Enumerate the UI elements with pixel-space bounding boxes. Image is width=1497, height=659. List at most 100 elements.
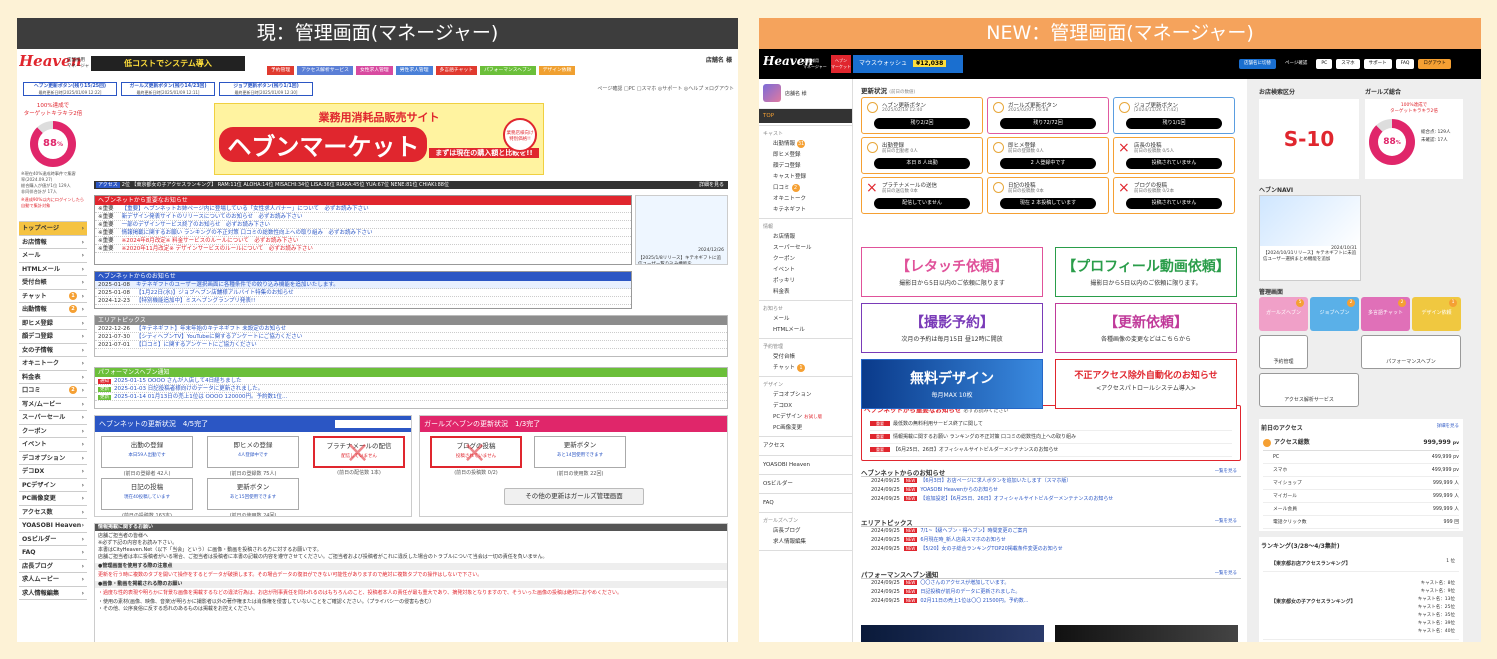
old-important-row[interactable]: ※重要 情報掲載に関するお願い ランキングの不正対策 口コミの総数性向上への取り組… bbox=[95, 229, 631, 237]
old-perf-row[interactable]: 更新 2025-01-14 01月13日の売上1位は OOOO 120000円。予… bbox=[95, 393, 727, 401]
old-nav-item[interactable]: トップページ bbox=[19, 222, 87, 236]
old-ad-banner[interactable]: 業務用消耗品販売サイト ヘブンマーケット まずは現在の購入額と比較を!! 業務店… bbox=[214, 103, 544, 175]
new-perf-row[interactable]: 2024/09/25 NEW 02月11日の売上1位は〇〇 21500円。予約数..… bbox=[861, 597, 1241, 606]
old-nav-item[interactable]: 口コミ 2 bbox=[19, 384, 87, 398]
old-status-card[interactable]: 更新ボタン あと14回使用できます (前日の使用数 22回) bbox=[534, 436, 626, 477]
new-status-card[interactable]: × プラチナメールの送信 前日の送信数 0本 配信していません bbox=[861, 177, 983, 214]
new-nav-item[interactable]: 受付台帳 bbox=[759, 352, 852, 363]
old-nav-item[interactable]: YOASOBI Heaven bbox=[19, 519, 87, 533]
new-net-news-more[interactable]: 一覧を見る bbox=[1215, 468, 1238, 474]
old-important-row[interactable]: ※重要 【重要】ヘブンネットお姉ページ内に登場している「女性求人バナー」について … bbox=[95, 205, 631, 213]
old-important-row[interactable]: ※重要 ※2020年11月改定※ デザインサービスのルールについて 必ずお読み下さ… bbox=[95, 245, 631, 253]
old-status-card[interactable]: 日記の投稿 現在40投稿しています (前日の投稿数 163本) bbox=[101, 478, 193, 516]
new-net_news-row[interactable]: 2024/09/25 NEW 【追加設定】【6月25日、26日】オフィシャルサイトビ… bbox=[861, 495, 1241, 504]
new-mgmt-tile[interactable]: 予約管理 bbox=[1259, 335, 1308, 369]
old-access-detail[interactable]: 詳細を見る bbox=[699, 181, 724, 189]
old-important-row[interactable]: ※重要 ※2024年8月改定※ 料金サービスのルールについて 必ずお読み下さい bbox=[95, 237, 631, 245]
new-nav-item[interactable]: イベント bbox=[759, 265, 852, 276]
new-card-button[interactable]: 残り1/1回 bbox=[1126, 118, 1222, 129]
old-net_news-row[interactable]: 2024-12-23 【特別機能追加中】ミスヘブングランプリ発表!! bbox=[95, 297, 631, 305]
old-update-button[interactable]: ヘブン更新ボタン(残り15/25回) 最終更新日時[2025/01/09 12:2… bbox=[23, 82, 117, 96]
new-net_news-row[interactable]: 2024/09/25 NEW YOASOBI Heavenからのお知らせ bbox=[861, 486, 1241, 495]
new-status-card[interactable]: 日記の投稿 前日の投稿数 0本 現在 2 本投稿しています bbox=[987, 177, 1109, 214]
old-girls-admin-button[interactable]: その他の更新はガールズ管理画面 bbox=[504, 488, 644, 505]
old-nav-item[interactable]: FAQ bbox=[19, 546, 87, 560]
old-perf-row[interactable]: 通知 2025-01-15 OOOO さんが入店して4日経ちました bbox=[95, 377, 727, 385]
new-nav-item[interactable]: メール bbox=[759, 314, 852, 325]
new-top-button[interactable]: ページ確認 bbox=[1280, 59, 1312, 69]
old-important-row[interactable]: ※重要 一部のデザインサービス終了のお知らせ 必ずお読み下さい bbox=[95, 221, 631, 229]
old-status-card[interactable]: 即ヒメの登録 4人登録中です (前日の登録数 75人) bbox=[207, 436, 299, 477]
old-top-button[interactable]: 女性求人管理 bbox=[355, 66, 393, 75]
old-page-links[interactable]: ページ確認 □PC □スマホ ◎サポート ◎ヘルプ ×ログアウト bbox=[597, 85, 734, 92]
new-nav-item[interactable]: 求人情報編集 bbox=[759, 537, 852, 548]
new-area-row[interactable]: 2024/09/25 NEW 7/1~【級ヘブン・得ヘブン】時間変更のご案内 bbox=[861, 527, 1241, 536]
new-banner[interactable]: 【レタッチ依頼】 撮影日から5日以内のご依頼に限ります bbox=[861, 247, 1043, 297]
old-nav-item[interactable]: オキニトーク bbox=[19, 357, 87, 371]
new-area-more[interactable]: 一覧を見る bbox=[1215, 518, 1238, 524]
new-status-card[interactable]: × ブログの投稿 前日の投稿数 0/2本 投稿されていません bbox=[1113, 177, 1235, 214]
new-perf-row[interactable]: 2024/09/25 NEW 日記投稿が前月のデータに更新されました。 bbox=[861, 588, 1241, 597]
new-nav-item[interactable]: キャスト登録 bbox=[759, 172, 852, 183]
new-nav-item[interactable]: 店長ブログ bbox=[759, 526, 852, 537]
new-status-card[interactable]: 出勤登録 前日の出勤者 0人 本日 8 人出勤 bbox=[861, 137, 983, 174]
old-top-button[interactable]: 多言語チャット bbox=[435, 66, 478, 75]
new-important-row[interactable]: 重要 【6月25日、26日】オフィシャルサイトビルダーメンテナンスのお知らせ bbox=[870, 444, 1232, 457]
new-banner[interactable]: 【プロフィール動画依頼】 撮影日から5日以内のご依頼に限ります。 bbox=[1055, 247, 1237, 297]
new-mgmt-tile[interactable]: ガールズヘブン 5 bbox=[1259, 297, 1308, 331]
old-update-button[interactable]: ガールズ更新ボタン(残り14/23回) 最終更新日時[2025/01/09 12:… bbox=[121, 82, 215, 96]
new-nav-item[interactable]: HTMLメール bbox=[759, 325, 852, 336]
new-top-button[interactable]: 店舗名に切替 bbox=[1239, 59, 1276, 69]
new-top-button[interactable]: PC bbox=[1316, 59, 1333, 69]
old-nav-item[interactable]: チャット 1 bbox=[19, 290, 87, 303]
old-nav-item[interactable]: スーパーセール bbox=[19, 411, 87, 425]
old-nav-item[interactable]: 求人ムービー bbox=[19, 573, 87, 587]
new-mgmt-tile[interactable]: アクセス解析サービス bbox=[1259, 373, 1359, 407]
new-ranking-row[interactable]: 【東京都女の子アクセスランキング】 キャスト名：8位 キャスト名：9位 キャスト名… bbox=[1263, 576, 1459, 640]
new-nav-item[interactable]: 出勤情報 31 bbox=[759, 139, 852, 150]
old-top-button[interactable]: アクセス解析サービス bbox=[297, 66, 353, 75]
new-status-card[interactable]: ジョブ更新ボタン [2024/11/26 17:42] 残り1/1回 bbox=[1113, 97, 1235, 134]
old-nav-item[interactable]: 女の子情報 bbox=[19, 344, 87, 357]
new-card-button[interactable]: 配信していません bbox=[874, 198, 970, 209]
new-perf-row[interactable]: 2024/09/25 NEW 〇〇さんのアクセスが増加しています。 bbox=[861, 579, 1241, 588]
new-nav-item[interactable]: チャット 1 bbox=[759, 363, 852, 374]
new-nav-item[interactable]: オキニトーク bbox=[759, 194, 852, 205]
new-top-button[interactable]: FAQ bbox=[1395, 59, 1415, 69]
old-nav-item[interactable]: 出勤情報 2 bbox=[19, 303, 87, 317]
new-nav-item[interactable]: YOASOBI Heaven bbox=[759, 458, 852, 472]
old-nav-item[interactable]: 即ヒメ登録 bbox=[19, 317, 87, 330]
old-update-button[interactable]: ジョブ更新ボタン(残り1/1回) 最終更新日時[2025/01/09 12:30] bbox=[219, 82, 313, 96]
new-top-button[interactable]: ログアウト bbox=[1418, 59, 1451, 69]
new-status-card[interactable]: ガールズ更新ボタン 2025/02/07 16:58 残り72/72回 bbox=[987, 97, 1109, 134]
new-top-button[interactable]: サポート bbox=[1363, 59, 1392, 69]
old-top-button[interactable]: パフォーマンスヘブン bbox=[480, 66, 536, 75]
new-promo-market[interactable]: ヘブン マーケット bbox=[831, 55, 851, 73]
old-top-button[interactable]: 男性求人管理 bbox=[395, 66, 433, 75]
new-status-card[interactable]: × 店長の投稿 前日の投稿数 0/5人 投稿されていません bbox=[1113, 137, 1235, 174]
new-navi-card[interactable]: 2024/10/31 【2024/10/31リリース】キテネギフトに未追信ユーザ… bbox=[1259, 195, 1361, 281]
new-card-button[interactable]: 投稿されていません bbox=[1126, 198, 1222, 209]
new-area-row[interactable]: 2024/09/25 NEW 6月現在時_新人店員スマホのお知らせ bbox=[861, 536, 1241, 545]
old-nav-item[interactable]: 写メ/ムービー bbox=[19, 398, 87, 411]
old-status-card[interactable]: プラチナメールの配信 配信していません (前日の配信数 1本) bbox=[313, 435, 405, 476]
new-promo-item[interactable]: マウスウォッシュ ¥12,038 bbox=[853, 55, 963, 73]
old-nav-item[interactable]: クーポン bbox=[19, 425, 87, 438]
new-perf-more[interactable]: 一覧を見る bbox=[1215, 570, 1238, 576]
new-banner[interactable]: 【更新依頼】 各種画像の変更などはこちらから bbox=[1055, 303, 1237, 353]
old-nav-item[interactable]: OSビルダー bbox=[19, 533, 87, 546]
new-card-button[interactable]: 2 人登録中です bbox=[1000, 158, 1096, 169]
new-top-button[interactable]: スマホ bbox=[1336, 59, 1360, 69]
new-net_news-row[interactable]: 2024/09/25 NEW 【6月3日】お店ページに求人ボタンを追加いたします（ス… bbox=[861, 477, 1241, 486]
new-nav-item[interactable]: 料金表 bbox=[759, 287, 852, 298]
new-banner[interactable]: 無料デザイン 毎月MAX 10枚 bbox=[861, 359, 1043, 409]
old-nav-item[interactable]: デコDX bbox=[19, 465, 87, 479]
new-nav-item[interactable]: 即ヒメ登録 bbox=[759, 150, 852, 161]
new-card-button[interactable]: 現在 2 本投稿しています bbox=[1000, 198, 1096, 209]
old-nav-item[interactable]: イベント bbox=[19, 438, 87, 452]
old-important-row[interactable]: ※重要 新デザイン発表サイトのリリースについてのお知らせ 必ずお読み下さい bbox=[95, 213, 631, 221]
new-important-row[interactable]: 重要 最低数の無料利用サービス終了に関して bbox=[870, 418, 1232, 431]
old-top-button[interactable]: デザイン依頼 bbox=[538, 66, 576, 75]
new-ranking-row[interactable]: 【東京都お店アクセスランキング】 1 位 bbox=[1263, 554, 1459, 572]
new-access-detail[interactable]: 詳細を見る bbox=[1437, 423, 1460, 429]
